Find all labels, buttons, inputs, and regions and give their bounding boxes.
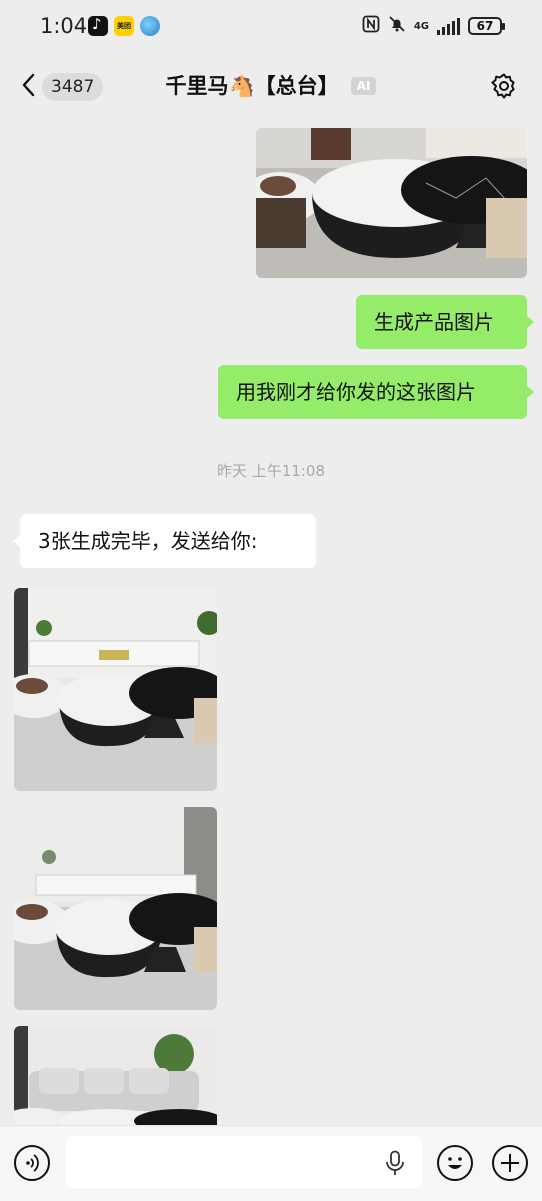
generated-photo-icon (14, 588, 217, 791)
emoji-icon[interactable] (437, 1145, 473, 1181)
mute-bell-icon (388, 15, 406, 37)
message-bubble-sent[interactable]: 生成产品图片 (356, 295, 534, 349)
chat-header: 3487 千里马🐴【总台】 AI (0, 52, 542, 116)
status-bar: 1:04 美团 4G 67 (0, 0, 542, 52)
network-type: 4G (413, 20, 429, 32)
message-bubble-received[interactable]: 3张生成完毕，发送给你: (13, 514, 316, 568)
message-timestamp: 昨天 上午11:08 (217, 462, 325, 480)
signal-icon (437, 17, 460, 35)
chat-title-row: 千里马🐴【总台】 AI (0, 70, 542, 100)
battery-icon: 67 (468, 17, 505, 35)
product-photo-icon (256, 128, 527, 278)
message-input[interactable] (66, 1136, 422, 1188)
message-image-received[interactable] (14, 588, 217, 791)
generated-photo-icon (14, 807, 217, 1010)
settings-gear-icon[interactable] (490, 72, 518, 100)
meituan-icon: 美团 (114, 16, 134, 36)
generated-photo-icon (14, 1026, 217, 1125)
globe-icon (140, 16, 160, 36)
message-image-received[interactable] (14, 807, 217, 1010)
message-image-received[interactable] (14, 1026, 217, 1125)
chat-title: 千里马🐴【总台】 (165, 74, 339, 98)
ai-badge: AI (350, 77, 377, 95)
status-time: 1:04 (40, 14, 88, 38)
input-bar (0, 1125, 542, 1201)
mic-icon[interactable] (384, 1150, 406, 1176)
tiktok-icon (88, 15, 108, 36)
message-image-sent[interactable] (256, 128, 527, 278)
voice-icon[interactable] (14, 1145, 50, 1181)
plus-icon[interactable] (492, 1145, 528, 1181)
nfc-icon (362, 15, 380, 37)
message-bubble-sent[interactable]: 用我刚才给你发的这张图片 (218, 365, 534, 419)
status-right-group: 4G 67 (362, 15, 505, 37)
